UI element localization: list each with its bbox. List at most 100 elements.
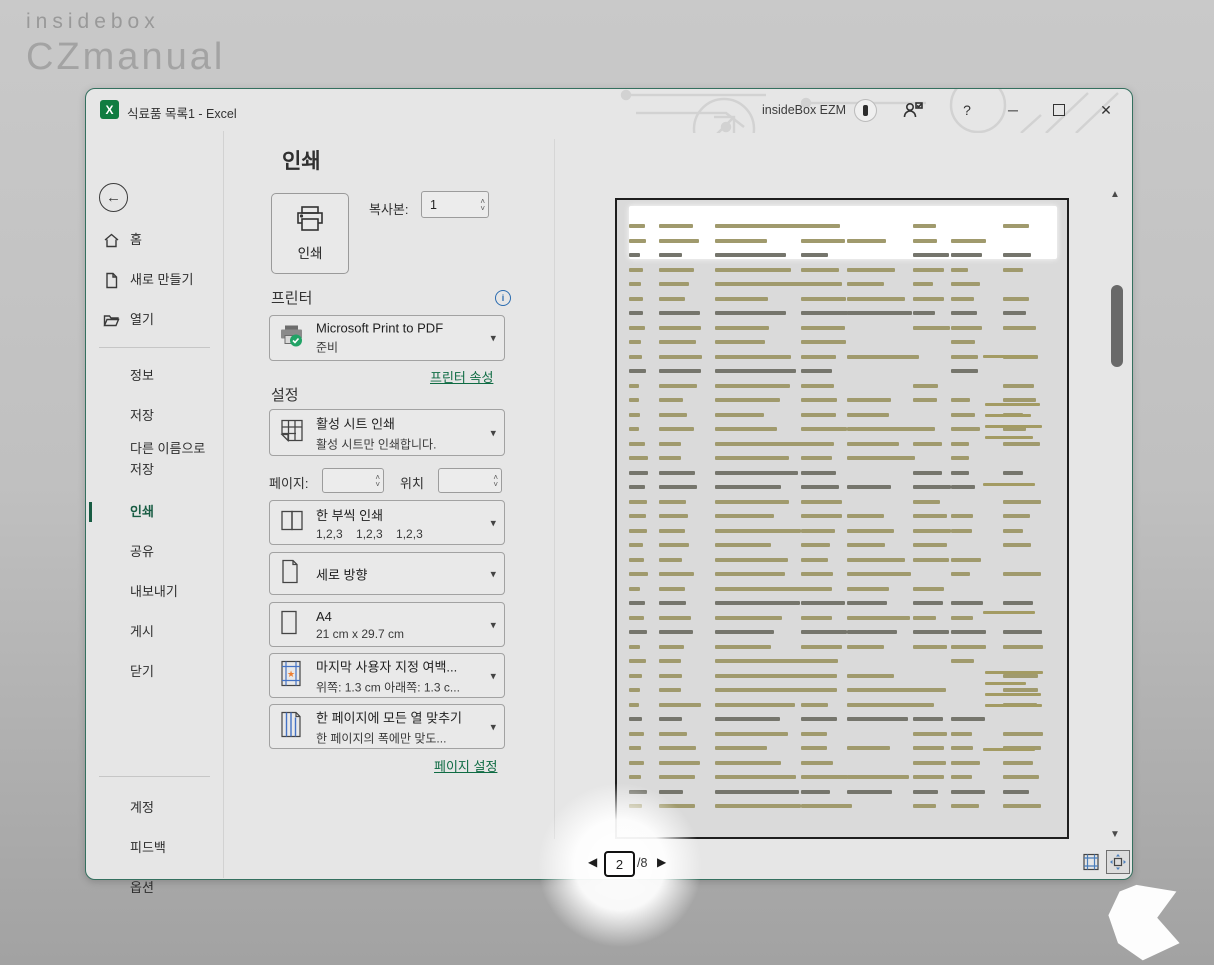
sidebar-item-publish[interactable]: 게시 — [86, 618, 223, 646]
print-button-label: 인쇄 — [298, 242, 323, 262]
paper-size-selector[interactable]: A4 21 cm x 29.7 cm ▾ — [269, 602, 505, 647]
copies-stepper[interactable]: 1 ˄ ˅ — [421, 191, 489, 218]
sidebar-item-new[interactable]: 새로 만들기 — [86, 266, 223, 294]
screenshot-stage: insidebox CZmanual X 식료품 목록1 - Excel — [0, 0, 1214, 965]
sidebar-item-share[interactable]: 공유 — [86, 538, 223, 566]
next-page-button[interactable]: ▶ — [657, 855, 666, 869]
printer-section-title: 프린터 — [271, 287, 312, 308]
hexagon-logo — [1106, 880, 1186, 962]
share-icon[interactable] — [898, 97, 928, 123]
fit-columns-icon — [279, 710, 303, 743]
svg-text:★: ★ — [287, 669, 295, 679]
sidebar-item-account[interactable]: 계정 — [86, 794, 223, 822]
excel-app-icon: X — [100, 100, 119, 119]
zoom-to-page-toggle[interactable] — [1106, 850, 1130, 874]
spin-down-icon[interactable]: ˅ — [375, 481, 380, 488]
sheet-grid-icon — [279, 417, 305, 448]
document-title: 식료품 목록1 - Excel — [127, 103, 237, 122]
maximize-button[interactable] — [1044, 97, 1074, 123]
preview-table — [617, 200, 1067, 837]
sidebar-item-save[interactable]: 저장 — [86, 402, 223, 430]
info-icon[interactable]: i — [495, 290, 511, 306]
sidebar-item-label: 새로 만들기 — [130, 272, 193, 287]
chevron-down-icon: ▾ — [490, 618, 496, 631]
orientation-selector[interactable]: 세로 방향 ▾ — [269, 552, 505, 595]
printer-properties-link[interactable]: 프린터 속성 — [430, 367, 493, 386]
help-button[interactable]: ? — [952, 97, 982, 123]
close-button[interactable]: ✕ — [1091, 97, 1121, 123]
maximize-icon — [1053, 104, 1065, 116]
chevron-down-icon: ▾ — [490, 720, 496, 733]
stepper-arrows[interactable]: ˄ ˅ — [480, 192, 485, 217]
sidebar-item-info[interactable]: 정보 — [86, 362, 223, 390]
title-bar: X 식료품 목록1 - Excel insideBox EZM ? ─ ✕ — [86, 89, 1132, 131]
sidebar-divider — [99, 776, 210, 777]
pages-label: 페이지: — [269, 473, 309, 492]
pages-from-stepper[interactable]: ˄ ˅ — [322, 468, 384, 493]
sidebar-item-options[interactable]: 옵션 — [86, 874, 223, 902]
sidebar-divider — [99, 347, 210, 348]
sidebar-item-label: 다른 이름으로 저장 — [130, 441, 205, 477]
print-what-selector[interactable]: 활성 시트 인쇄 활성 시트만 인쇄합니다. ▾ — [269, 409, 505, 456]
site-watermark: insidebox CZmanual — [26, 10, 225, 79]
copies-value: 1 — [430, 198, 437, 212]
account-avatar[interactable] — [854, 99, 877, 122]
show-margins-toggle[interactable] — [1080, 851, 1102, 873]
scroll-up-icon[interactable]: ▲ — [1110, 189, 1120, 200]
paper-size-label: A4 — [316, 609, 404, 624]
printer-selector[interactable]: Microsoft Print to PDF 준비 ▾ — [269, 315, 505, 361]
sidebar-item-close[interactable]: 닫기 — [86, 658, 223, 686]
chevron-down-icon: ▾ — [490, 332, 496, 345]
margins-selector[interactable]: ★ 마지막 사용자 지정 여백... 위쪽: 1.3 cm 아래쪽: 1.3 c… — [269, 653, 505, 698]
stepper-arrows[interactable]: ˄ ˅ — [375, 469, 380, 492]
previous-page-button[interactable]: ◀ — [588, 855, 597, 869]
spin-down-icon[interactable]: ˅ — [493, 481, 498, 488]
printer-name: Microsoft Print to PDF — [316, 321, 443, 336]
spin-down-icon[interactable]: ˅ — [480, 205, 485, 212]
scaling-label: 한 페이지에 모든 열 맞추기 — [316, 707, 462, 726]
orientation-label: 세로 방향 — [316, 564, 367, 583]
collated-pages-icon — [279, 508, 307, 537]
sidebar-item-print[interactable]: 인쇄 — [86, 498, 223, 526]
page-total-label: /8 — [637, 856, 647, 870]
sidebar-item-home[interactable]: 홈 — [86, 226, 223, 254]
sidebar-item-open[interactable]: 열기 — [86, 306, 223, 334]
print-button[interactable]: 인쇄 — [271, 193, 349, 274]
printer-icon — [294, 205, 326, 236]
back-button[interactable]: ← — [99, 183, 128, 212]
watermark-top: insidebox — [26, 10, 225, 34]
scroll-down-icon[interactable]: ▼ — [1110, 829, 1120, 840]
scaling-sublabel: 한 페이지의 폭에만 맞도... — [316, 729, 462, 746]
printer-device-icon — [279, 324, 305, 353]
sidebar-item-save-as[interactable]: 다른 이름으로 저장 — [86, 436, 211, 482]
minimize-button[interactable]: ─ — [998, 97, 1028, 123]
stepper-arrows[interactable]: ˄ ˅ — [493, 469, 498, 492]
sidebar-item-label: 인쇄 — [130, 504, 154, 519]
margins-icon: ★ — [279, 659, 303, 692]
copies-label: 복사본: — [369, 199, 409, 218]
chevron-down-icon: ▾ — [490, 426, 496, 439]
margins-label: 마지막 사용자 지정 여백... — [316, 656, 460, 675]
pages-to-stepper[interactable]: ˄ ˅ — [438, 468, 502, 493]
backstage-sidebar: ← 홈 새로 만들기 열기 — [86, 131, 224, 878]
pages-to-label: 위치 — [400, 473, 424, 492]
page-setup-link[interactable]: 페이지 설정 — [434, 756, 497, 775]
collation-selector[interactable]: 한 부씩 인쇄 1,2,3 1,2,3 1,2,3 ▾ — [269, 500, 505, 545]
paper-size-sublabel: 21 cm x 29.7 cm — [316, 627, 404, 641]
sidebar-item-label: 저장 — [130, 408, 154, 423]
collation-label: 한 부씩 인쇄 — [316, 505, 423, 524]
preview-scrollbar-thumb[interactable] — [1111, 285, 1123, 367]
paper-size-icon — [279, 609, 299, 640]
collation-sublabel: 1,2,3 1,2,3 1,2,3 — [316, 527, 423, 541]
sidebar-item-label: 계정 — [130, 800, 154, 815]
sidebar-item-label: 열기 — [130, 312, 154, 327]
sidebar-item-label: 옵션 — [130, 880, 154, 895]
sidebar-item-label: 홈 — [130, 232, 142, 247]
print-what-label: 활성 시트 인쇄 — [316, 413, 436, 432]
scaling-selector[interactable]: 한 페이지에 모든 열 맞추기 한 페이지의 폭에만 맞도... ▾ — [269, 704, 505, 749]
sidebar-item-export[interactable]: 내보내기 — [86, 578, 223, 606]
current-page-input[interactable]: 2 — [604, 851, 635, 877]
sidebar-item-label: 내보내기 — [130, 584, 178, 599]
page-title: 인쇄 — [282, 145, 321, 175]
sidebar-item-feedback[interactable]: 피드백 — [86, 834, 223, 862]
